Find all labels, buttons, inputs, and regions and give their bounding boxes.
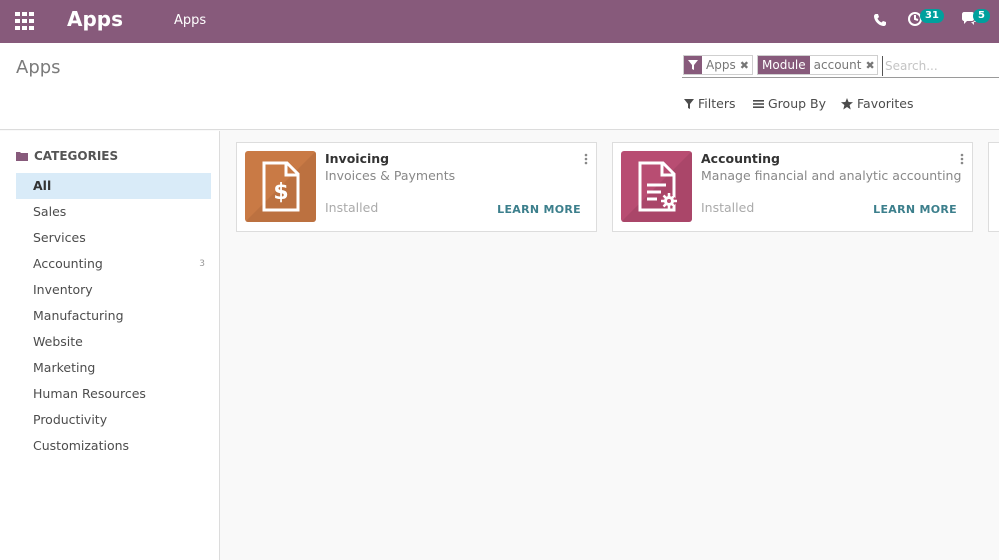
group-by-label: Group By	[768, 96, 827, 111]
app-status: Installed	[325, 200, 379, 215]
star-icon	[841, 97, 853, 109]
favorites-button[interactable]: Favorites	[841, 96, 913, 111]
app-summary: Invoices & Payments	[325, 168, 456, 183]
app-status: Installed	[701, 200, 755, 215]
message-count-badge: 5	[973, 9, 990, 23]
app-card-accounting[interactable]: Accounting Manage financial and analytic…	[612, 142, 973, 232]
categories-title: CATEGORIES	[34, 149, 119, 163]
category-item-all[interactable]: All	[16, 173, 211, 199]
list-bars-icon	[753, 99, 764, 108]
app-summary: Manage financial and analytic accounting	[701, 168, 962, 183]
category-item-customizations[interactable]: Customizations	[16, 433, 211, 459]
top-navbar: Apps Apps 31 5	[0, 0, 999, 43]
breadcrumb: Apps	[16, 57, 61, 78]
categories-sidebar: CATEGORIES All Sales Services Accounting…	[0, 131, 220, 560]
categories-header: CATEGORIES	[16, 149, 118, 163]
control-panel: Apps Apps ✖ Module account ✖ Filters Gro…	[0, 43, 999, 130]
invoice-dollar-icon: $	[245, 151, 316, 222]
remove-facet-icon[interactable]: ✖	[865, 59, 877, 72]
category-label: Productivity	[33, 412, 108, 427]
document-gear-icon	[621, 151, 692, 222]
filters-button[interactable]: Filters	[684, 96, 735, 111]
category-item-inventory[interactable]: Inventory	[16, 277, 211, 303]
facet-value: account	[813, 58, 862, 72]
phone-icon[interactable]	[873, 12, 889, 28]
facet-label: Module	[758, 56, 810, 74]
app-card-partial[interactable]	[988, 142, 999, 232]
category-item-accounting[interactable]: Accounting 3	[16, 251, 211, 277]
category-label: Marketing	[33, 360, 96, 375]
category-label: Sales	[33, 204, 67, 219]
filter-icon	[684, 56, 702, 74]
category-count: 3	[199, 259, 205, 269]
card-menu-icon[interactable]	[584, 150, 588, 165]
learn-more-link[interactable]: LEARN MORE	[497, 203, 581, 216]
category-label: Human Resources	[33, 386, 146, 401]
categories-list: All Sales Services Accounting 3 Inventory…	[16, 173, 211, 459]
facet-value: Apps	[706, 58, 736, 72]
card-menu-icon[interactable]	[960, 150, 964, 165]
category-label: Inventory	[33, 282, 93, 297]
search-input[interactable]	[882, 56, 997, 76]
app-card-invoicing[interactable]: $ Invoicing Invoices & Payments Installe…	[236, 142, 597, 232]
filter-icon	[684, 98, 694, 109]
search-facet-module[interactable]: Module account ✖	[757, 55, 878, 75]
activity-count-badge: 31	[920, 9, 944, 23]
category-label: Customizations	[33, 438, 130, 453]
group-by-button[interactable]: Group By	[753, 96, 826, 111]
category-label: Manufacturing	[33, 308, 124, 323]
search-facet-filter[interactable]: Apps ✖	[683, 55, 753, 75]
filters-label: Filters	[698, 96, 736, 111]
remove-facet-icon[interactable]: ✖	[740, 59, 752, 72]
category-label: Accounting	[33, 256, 103, 271]
category-item-manufacturing[interactable]: Manufacturing	[16, 303, 211, 329]
category-item-website[interactable]: Website	[16, 329, 211, 355]
category-item-sales[interactable]: Sales	[16, 199, 211, 225]
category-label: Website	[33, 334, 83, 349]
category-label: Services	[33, 230, 86, 245]
category-item-productivity[interactable]: Productivity	[16, 407, 211, 433]
app-name: Invoicing	[325, 151, 390, 166]
category-item-services[interactable]: Services	[16, 225, 211, 251]
app-brand-title: Apps	[67, 7, 124, 31]
category-label: All	[33, 178, 52, 193]
learn-more-link[interactable]: LEARN MORE	[873, 203, 957, 216]
folder-icon	[16, 152, 28, 161]
favorites-label: Favorites	[857, 96, 914, 111]
search-box: Apps ✖ Module account ✖	[682, 54, 999, 78]
menu-item-apps[interactable]: Apps	[174, 13, 206, 28]
svg-text:$: $	[273, 180, 288, 205]
app-menu-grid-icon[interactable]	[15, 12, 35, 30]
category-item-human-resources[interactable]: Human Resources	[16, 381, 211, 407]
app-name: Accounting	[701, 151, 780, 166]
category-item-marketing[interactable]: Marketing	[16, 355, 211, 381]
